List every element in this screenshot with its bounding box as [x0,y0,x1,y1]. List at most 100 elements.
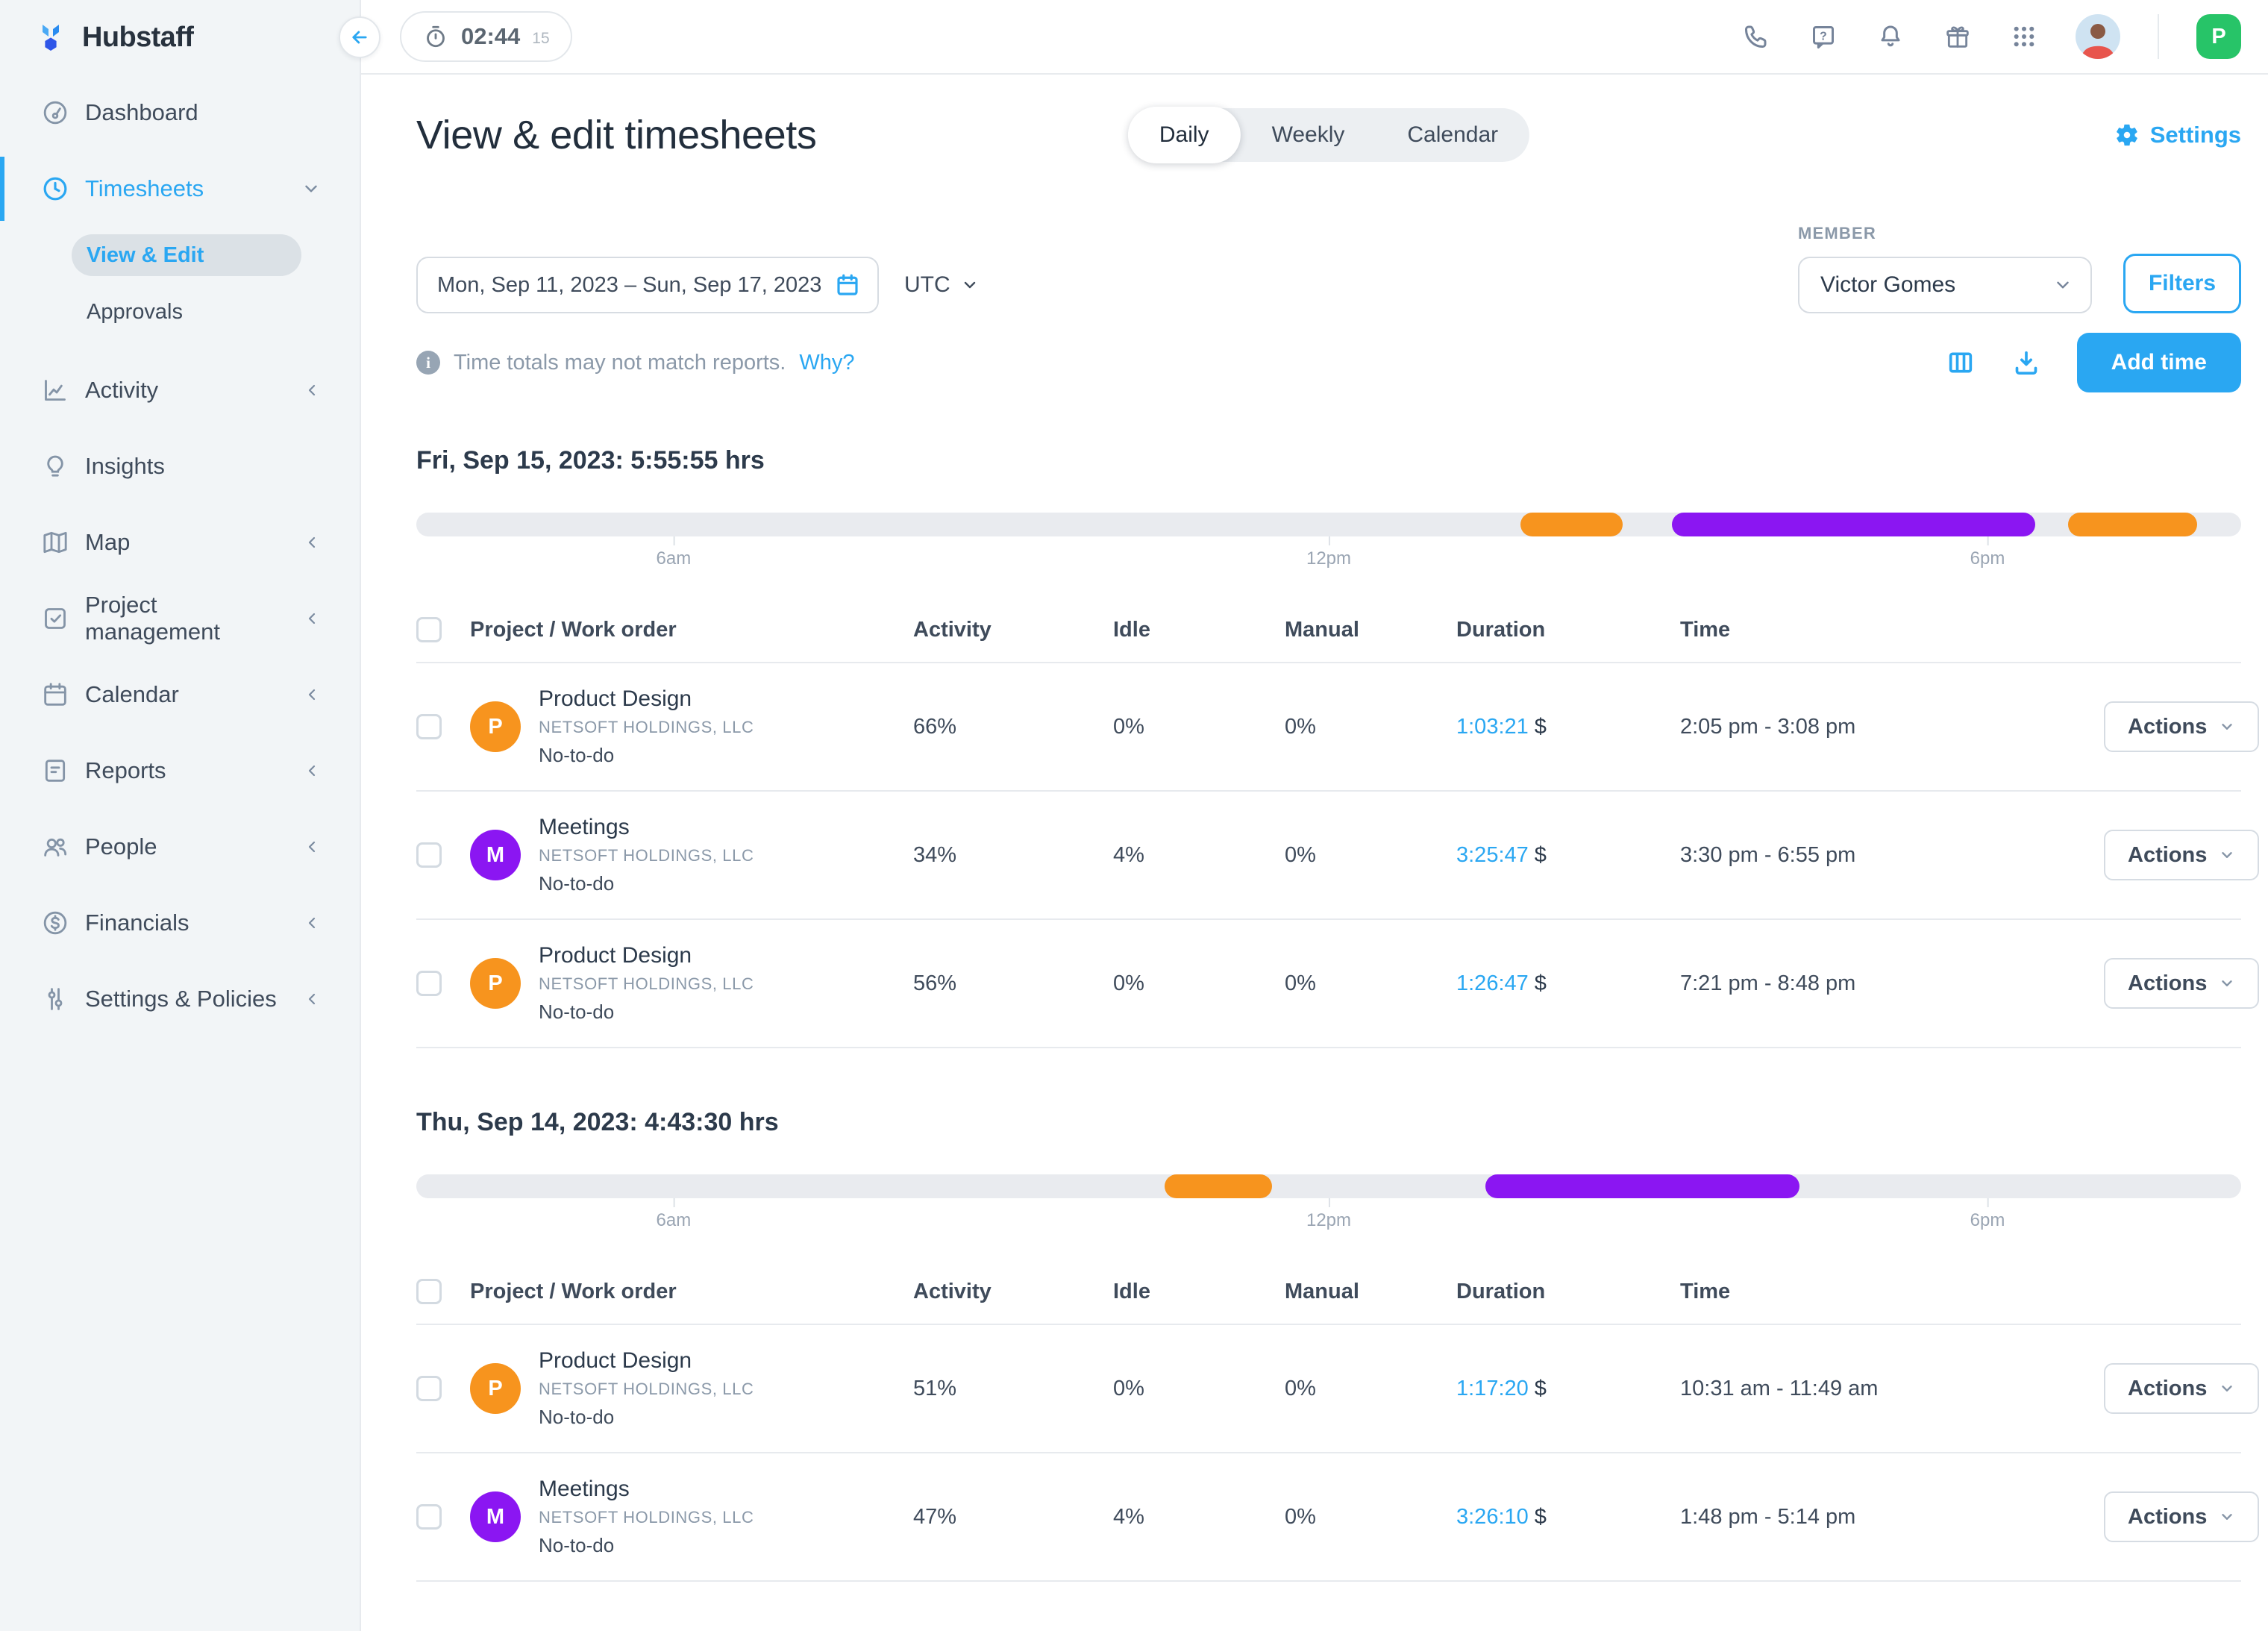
project-cell: M Meetings NETSOFT HOLDINGS, LLC No-to-d… [470,1474,913,1559]
timeline-segment-purple[interactable] [1485,1174,1799,1198]
sidebar-item-financials[interactable]: Financials [0,885,360,961]
sidebar: Hubstaff Dashboard Timesheets [0,0,361,1631]
task-name[interactable]: No-to-do [539,1531,754,1559]
logo-text: Hubstaff [82,22,193,54]
timer-widget[interactable]: 02:44 15 [400,11,572,62]
project-name[interactable]: Meetings [539,813,754,842]
currency-icon[interactable]: $ [1535,843,1547,867]
task-name[interactable]: No-to-do [539,869,754,898]
actions-button[interactable]: Actions [2104,1363,2259,1414]
notifications-bell-icon[interactable] [1876,22,1905,51]
duration-link[interactable]: 1:17:20 [1456,1377,1529,1400]
day-timeline: 6am12pm6pm [416,1174,2241,1237]
info-note: i Time totals may not match reports. Why… [416,351,855,375]
timeline-segment-orange[interactable] [1165,1174,1272,1198]
timeline-segment-orange[interactable] [1520,513,1623,536]
user-avatar[interactable] [2076,14,2120,59]
task-name[interactable]: No-to-do [539,998,754,1026]
sidebar-subitem-approvals[interactable]: Approvals [0,284,360,340]
page-title: View & edit timesheets [416,112,816,158]
task-name[interactable]: No-to-do [539,741,754,769]
member-select[interactable]: Victor Gomes [1798,257,2092,313]
help-icon[interactable]: ? [1808,22,1838,51]
activity-value: 34% [913,843,1113,868]
sidebar-item-activity[interactable]: Activity [0,352,360,428]
select-all-checkbox[interactable] [416,1279,442,1304]
actions-button[interactable]: Actions [2104,830,2259,880]
column-header: Activity [913,1280,1113,1304]
date-range-picker[interactable]: Mon, Sep 11, 2023 – Sun, Sep 17, 2023 [416,257,879,313]
actions-button[interactable]: Actions [2104,958,2259,1009]
currency-icon[interactable]: $ [1535,715,1547,739]
phone-icon[interactable] [1741,22,1771,51]
tab-weekly[interactable]: Weekly [1241,108,1376,162]
idle-value: 4% [1113,1505,1285,1530]
tab-daily[interactable]: Daily [1128,107,1241,163]
sidebar-item-people[interactable]: People [0,809,360,885]
row-checkbox[interactable] [416,1504,442,1530]
sidebar-collapse-button[interactable] [339,16,380,58]
manual-value: 0% [1285,971,1456,996]
task-name[interactable]: No-to-do [539,1403,754,1431]
day-section: Thu, Sep 14, 2023: 4:43:30 hrs 6am12pm6p… [416,1108,2241,1582]
actions-button[interactable]: Actions [2104,1491,2259,1542]
filters-button[interactable]: Filters [2123,254,2241,313]
svg-text:?: ? [1820,30,1827,43]
table-header: Project / Work order Activity Idle Manua… [416,1258,2241,1325]
timeline-tick-label: 6am [657,548,692,569]
workspace-badge[interactable]: P [2196,14,2241,59]
timeline-segment-orange[interactable] [2068,513,2198,536]
apps-grid-icon[interactable] [2010,22,2038,51]
project-cell: M Meetings NETSOFT HOLDINGS, LLC No-to-d… [470,813,913,898]
tab-calendar[interactable]: Calendar [1376,108,1529,162]
select-all-checkbox[interactable] [416,617,442,642]
project-name[interactable]: Product Design [539,1346,754,1376]
view-tabs: Daily Weekly Calendar [1128,108,1529,162]
currency-icon[interactable]: $ [1535,1505,1547,1529]
sidebar-item-calendar[interactable]: Calendar [0,657,360,733]
add-time-button[interactable]: Add time [2077,333,2241,392]
why-link[interactable]: Why? [799,351,854,375]
actions-button[interactable]: Actions [2104,701,2259,752]
columns-icon[interactable] [1946,348,1976,378]
chevron-down-icon [2219,847,2235,863]
gift-icon[interactable] [1943,22,1973,51]
sidebar-subitem-label[interactable]: View & Edit [72,234,301,276]
activity-value: 56% [913,971,1113,996]
row-checkbox[interactable] [416,714,442,739]
duration-link[interactable]: 1:26:47 [1456,971,1529,995]
sidebar-subitem-view-edit[interactable]: View & Edit [0,227,360,284]
sidebar-item-project-management[interactable]: Project management [0,580,360,657]
row-checkbox[interactable] [416,1376,442,1401]
sidebar-item-settings-policies[interactable]: Settings & Policies [0,961,360,1037]
timezone-select[interactable]: UTC [904,272,979,298]
sidebar-item-timesheets[interactable]: Timesheets [0,151,360,227]
currency-icon[interactable]: $ [1535,971,1547,995]
settings-link[interactable]: Settings [2114,122,2241,148]
timesheet-table: Project / Work order Activity Idle Manua… [416,1258,2241,1582]
content: View & edit timesheets Daily Weekly Cale… [361,75,2268,1631]
download-icon[interactable] [2011,348,2041,378]
timeline-segment-purple[interactable] [1672,513,2035,536]
sidebar-item-reports[interactable]: Reports [0,733,360,809]
row-checkbox[interactable] [416,971,442,996]
sidebar-subitem-label[interactable]: Approvals [72,291,301,333]
column-header: Time [1680,618,2104,642]
column-header: Project / Work order [470,1280,913,1304]
logo[interactable]: Hubstaff [0,0,360,75]
duration-link[interactable]: 3:26:10 [1456,1505,1529,1529]
sidebar-item-map[interactable]: Map [0,504,360,580]
sidebar-item-dashboard[interactable]: Dashboard [0,75,360,151]
project-name[interactable]: Product Design [539,941,754,971]
project-name[interactable]: Meetings [539,1474,754,1504]
sidebar-item-insights[interactable]: Insights [0,428,360,504]
project-name[interactable]: Product Design [539,684,754,714]
chevron-left-icon [303,610,321,627]
duration-link[interactable]: 3:25:47 [1456,843,1529,867]
main-area: 02:44 15 ? [361,0,2268,1631]
duration-link[interactable]: 1:03:21 [1456,715,1529,739]
currency-icon[interactable]: $ [1535,1377,1547,1400]
table-row: P Product Design NETSOFT HOLDINGS, LLC N… [416,663,2241,792]
activity-icon [40,375,70,405]
row-checkbox[interactable] [416,842,442,868]
